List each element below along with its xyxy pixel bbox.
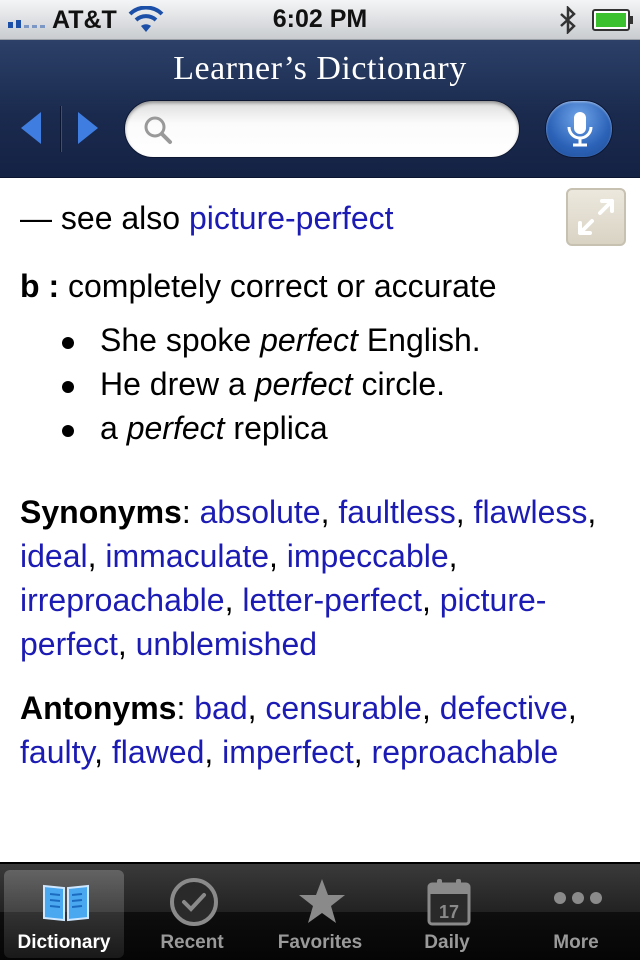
synonym-link[interactable]: absolute [200,494,321,530]
clock-check-icon [170,878,218,926]
tab-label: Recent [160,932,224,953]
more-dots-icon [554,892,602,904]
bluetooth-icon [560,6,576,34]
example-item: He drew a perfect circle. [62,366,481,410]
example-item: She spoke perfect English. [62,322,481,366]
antonym-link[interactable]: flawed [112,734,205,770]
app-title: Learner’s Dictionary [173,50,467,87]
synonym-link[interactable]: unblemished [136,626,317,662]
battery-icon [592,9,633,31]
synonym-link[interactable]: flawless [474,494,588,530]
see-also-prefix: — see also [20,200,181,236]
tab-favorites[interactable]: Favorites [260,870,380,958]
example-item: a perfect replica [62,410,481,454]
forward-arrow-icon[interactable] [76,108,102,148]
tab-label: Daily [424,932,470,953]
tab-more[interactable]: More [516,870,636,958]
synonym-link[interactable]: immaculate [105,538,269,574]
sense-letter: b : [20,268,60,304]
microphone-icon [567,112,593,147]
search-field[interactable] [124,100,520,158]
tab-bar: Dictionary Recent Favorites 17 Daily Mor… [0,862,640,960]
synonym-link[interactable]: faultless [338,494,455,530]
synonyms-block: Synonyms: absolute, faultless, flawless,… [20,494,597,662]
tab-label: More [553,932,599,953]
search-icon [144,116,172,144]
antonym-link[interactable]: imperfect [222,734,354,770]
antonym-link[interactable]: faulty [20,734,94,770]
example-list: She spoke perfect English. He drew a per… [62,322,481,454]
tab-daily[interactable]: 17 Daily [387,870,507,958]
search-input[interactable] [179,113,499,147]
sense-definition: b : completely correct or accurate [20,268,497,305]
star-icon [299,879,345,923]
antonyms-heading: Antonyms [20,690,177,726]
sense-text: completely correct or accurate [67,268,497,304]
antonym-link[interactable]: censurable [265,690,422,726]
expand-arrows-icon [578,199,614,235]
book-icon [43,884,89,922]
antonym-link[interactable]: bad [194,690,247,726]
see-also-link[interactable]: picture-perfect [189,200,394,236]
definition-content: — see also picture-perfect b : completel… [0,178,640,862]
calendar-icon: 17 [427,879,471,926]
tab-recent[interactable]: Recent [132,870,252,958]
synonym-link[interactable]: ideal [20,538,88,574]
calendar-date: 17 [439,902,459,922]
back-arrow-icon[interactable] [17,108,43,148]
navigation-bar: Learner’s Dictionary [0,40,640,178]
antonyms-block: Antonyms: bad, censurable, defective, fa… [20,690,577,770]
status-bar: AT&T 6:02 PM [0,0,640,40]
synonym-link[interactable]: irreproachable [20,582,225,618]
tab-label: Favorites [277,932,363,953]
tab-label: Dictionary [17,932,111,953]
voice-search-button[interactable] [545,100,613,158]
synonym-link[interactable]: impeccable [287,538,449,574]
tab-dictionary[interactable]: Dictionary [4,870,124,958]
expand-button[interactable] [566,188,626,246]
synonym-link[interactable]: letter-perfect [242,582,422,618]
status-time: 6:02 PM [272,5,368,33]
synonyms-heading: Synonyms [20,494,182,530]
see-also-line: — see also picture-perfect [20,200,394,237]
antonym-link[interactable]: reproachable [372,734,559,770]
antonym-link[interactable]: defective [440,690,568,726]
arrow-divider [60,106,62,152]
